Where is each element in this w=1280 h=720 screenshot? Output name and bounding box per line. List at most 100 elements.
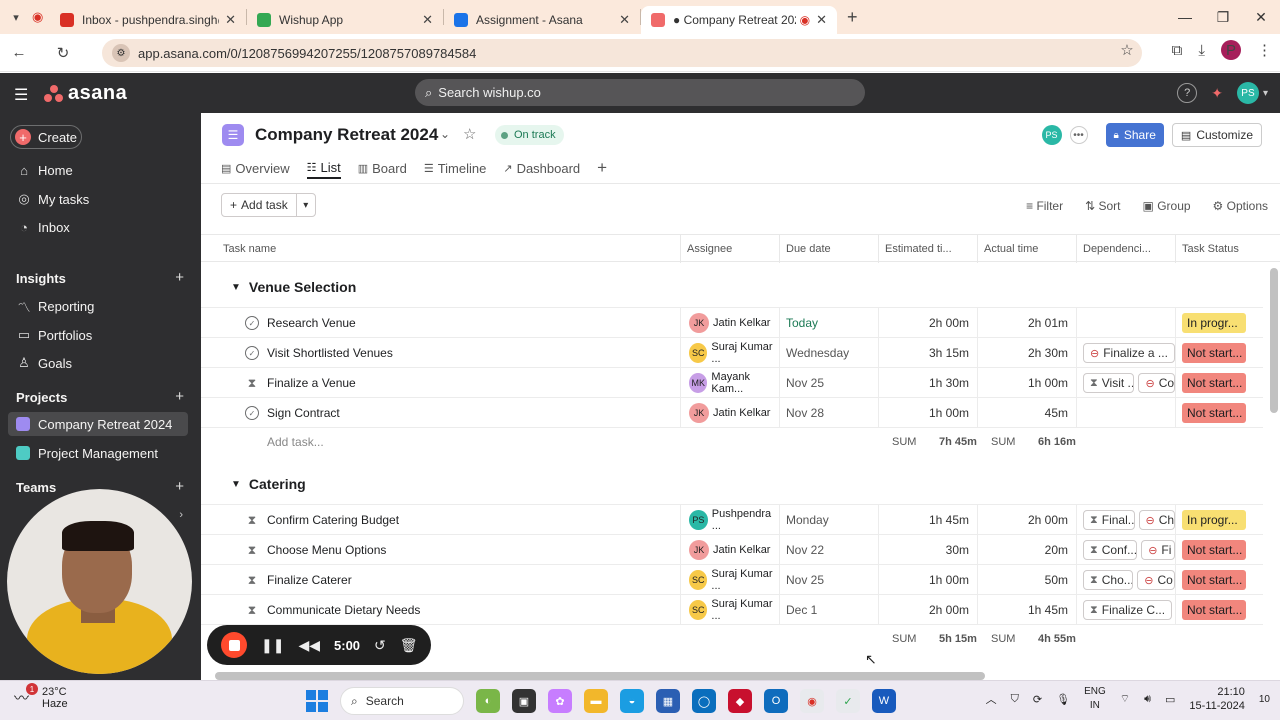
complete-checkmark-icon[interactable]: ✓ — [245, 316, 259, 330]
status-cell[interactable]: Not start... — [1175, 338, 1263, 368]
table-row[interactable]: ⧗ Confirm Catering Budget PS Pushpendra ...… — [201, 504, 1263, 535]
task-status-pill[interactable]: Not start... — [1182, 373, 1246, 393]
actual-time-cell[interactable]: 2h 01m — [977, 308, 1076, 338]
ai-sparkle-icon[interactable]: ✦ — [1211, 85, 1223, 102]
assignee-cell[interactable]: JK Jatin Kelkar — [680, 398, 779, 428]
add-tab-button[interactable]: + — [597, 157, 607, 179]
tab-search-icon[interactable]: ▾ — [0, 11, 32, 24]
file-explorer-icon[interactable]: ▬ — [584, 689, 608, 713]
language-indicator[interactable]: ENG IN — [1084, 685, 1106, 713]
tab-timeline[interactable]: ☰ Timeline — [424, 157, 487, 179]
task-status-pill[interactable]: Not start... — [1182, 600, 1246, 620]
estimated-time-cell[interactable]: 1h 00m — [878, 565, 977, 595]
extensions-icon[interactable]: ⧉ — [1172, 42, 1183, 59]
dependencies-cell[interactable]: ⧗ Final... ⊖ Ch — [1076, 505, 1175, 535]
dependencies-cell[interactable] — [1076, 398, 1175, 428]
table-row[interactable]: ✓ Sign Contract JK Jatin Kelkar Nov 28 1h 00m… — [201, 397, 1263, 428]
insights-heading[interactable]: Insights — [16, 271, 66, 286]
customize-button[interactable]: ▤ Customize — [1171, 123, 1262, 147]
task-name-cell[interactable]: ⧗ Finalize Caterer — [245, 565, 352, 595]
dependency-chip[interactable]: ⧗ Visit ... — [1083, 373, 1135, 393]
task-name-cell[interactable]: ⧗ Finalize a Venue — [245, 368, 356, 398]
actual-time-cell[interactable]: 1h 45m — [977, 595, 1076, 625]
rewind-icon[interactable]: ◀◀ — [298, 637, 320, 654]
restore-icon[interactable]: ❐ — [1204, 9, 1242, 26]
project-title[interactable]: Company Retreat 2024 — [255, 125, 438, 145]
column-header[interactable]: Estimated ti... — [878, 235, 977, 263]
due-date-cell[interactable]: Today — [779, 308, 878, 338]
tab-dashboard[interactable]: ↗ Dashboard — [503, 157, 580, 179]
section-header[interactable]: ▼ Catering — [231, 476, 306, 492]
close-tab-icon[interactable]: ✕ — [816, 12, 827, 28]
sidebar-item-my-tasks[interactable]: ◎ My tasks — [16, 188, 89, 210]
copilot-icon[interactable]: ✿ — [548, 689, 572, 713]
windows-start-icon[interactable] — [306, 690, 328, 712]
dependency-chip[interactable]: ⊖ Fi — [1141, 540, 1175, 560]
dependencies-cell[interactable]: ⧗ Visit ... ⊖ Co — [1076, 368, 1175, 398]
outlook-icon[interactable]: O — [764, 689, 788, 713]
assignee-cell[interactable]: JK Jatin Kelkar — [680, 308, 779, 338]
table-row[interactable]: ✓ Visit Shortlisted Venues SC Suraj Kumar .… — [201, 337, 1263, 368]
table-row[interactable]: ✓ Research Venue JK Jatin Kelkar Today 2h 00m… — [201, 307, 1263, 338]
table-row[interactable]: ⧗ Communicate Dietary Needs SC Suraj Kumar … — [201, 594, 1263, 625]
chrome-profile-avatar[interactable]: P — [1221, 40, 1241, 60]
estimated-time-cell[interactable]: 1h 45m — [878, 505, 977, 535]
close-tab-icon[interactable]: ✕ — [422, 12, 433, 28]
back-icon[interactable]: ← — [4, 44, 34, 61]
team-chevron-icon[interactable]: › — [179, 509, 183, 521]
status-badge[interactable]: On track — [495, 125, 564, 145]
table-row[interactable]: ⧗ Finalize Caterer SC Suraj Kumar ... Nov 25… — [201, 564, 1263, 595]
add-task-dropdown-icon[interactable]: ▾ — [297, 200, 315, 211]
favorite-star-icon[interactable]: ☆ — [463, 125, 476, 143]
close-tab-icon[interactable]: ✕ — [225, 12, 236, 28]
status-cell[interactable]: Not start... — [1175, 595, 1263, 625]
assignee-cell[interactable]: SC Suraj Kumar ... — [680, 338, 779, 368]
filter-button[interactable]: ≡ Filter — [1026, 199, 1063, 213]
sidebar-item-goals[interactable]: ♙ Goals — [16, 352, 72, 374]
task-name-cell[interactable]: ✓ Research Venue — [245, 308, 356, 338]
hamburger-menu-icon[interactable]: ☰ — [14, 85, 28, 105]
mcafee-icon[interactable]: ◆ — [728, 689, 752, 713]
browser-tab[interactable]: Wishup App ✕ — [247, 6, 443, 34]
edge-icon[interactable]: ◒ — [620, 689, 644, 713]
search-input[interactable]: ⌕ Search wishup.co — [415, 79, 865, 106]
sidebar-project-company-retreat[interactable]: Company Retreat 2024 — [16, 413, 172, 435]
assignee-cell[interactable]: SC Suraj Kumar ... — [680, 595, 779, 625]
word-icon[interactable]: W — [872, 689, 896, 713]
teams-heading[interactable]: Teams — [16, 480, 56, 495]
column-header[interactable]: Due date — [779, 235, 878, 263]
group-button[interactable]: ▣ Group — [1143, 199, 1191, 213]
more-members-icon[interactable]: ••• — [1069, 126, 1088, 144]
dependency-chip[interactable]: ⊖ Ch — [1138, 510, 1175, 530]
clock[interactable]: 21:10 15-11-2024 — [1189, 685, 1244, 713]
due-date-cell[interactable]: Monday — [779, 505, 878, 535]
estimated-time-cell[interactable]: 1h 30m — [878, 368, 977, 398]
column-header[interactable]: Assignee — [680, 235, 779, 263]
trash-icon[interactable]: 🗑︎ — [400, 637, 418, 654]
member-avatar[interactable]: PS — [1041, 125, 1062, 145]
assignee-cell[interactable]: PS Pushpendra ... — [680, 505, 779, 535]
project-list-icon[interactable]: ☰ — [222, 124, 244, 146]
status-cell[interactable]: In progr... — [1175, 505, 1263, 535]
task-name-cell[interactable]: ⧗ Confirm Catering Budget — [245, 505, 399, 535]
collapse-triangle-icon[interactable]: ▼ — [231, 282, 241, 293]
close-window-icon[interactable]: ✕ — [1242, 9, 1280, 26]
complete-checkmark-icon[interactable]: ✓ — [245, 406, 259, 420]
battery-icon[interactable]: ▭ — [1165, 693, 1175, 706]
status-cell[interactable]: In progr... — [1175, 308, 1263, 338]
minimize-icon[interactable]: — — [1166, 9, 1204, 25]
url-field[interactable]: ⚙ app.asana.com/0/1208756994207255/12087… — [102, 39, 1142, 67]
dependency-chip[interactable]: ⊖ Finalize a ... — [1083, 343, 1175, 363]
horizontal-scrollbar[interactable] — [215, 672, 985, 680]
column-header[interactable]: Task name — [217, 235, 276, 263]
tab-list[interactable]: ☷ List — [306, 157, 341, 179]
wifi-icon[interactable]: ⌔ — [1120, 692, 1130, 706]
user-menu-chevron-icon[interactable]: ▾ — [1263, 88, 1268, 99]
sidebar-item-reporting[interactable]: 〽 Reporting — [16, 295, 94, 317]
column-header[interactable]: Task Status — [1175, 235, 1265, 263]
task-name-cell[interactable]: ✓ Sign Contract — [245, 398, 340, 428]
dependency-chip[interactable]: ⧗ Finalize C... — [1083, 600, 1173, 620]
collapse-triangle-icon[interactable]: ▼ — [231, 479, 241, 490]
widgets-icon[interactable]: ◐ — [476, 689, 500, 713]
actual-time-cell[interactable]: 50m — [977, 565, 1076, 595]
